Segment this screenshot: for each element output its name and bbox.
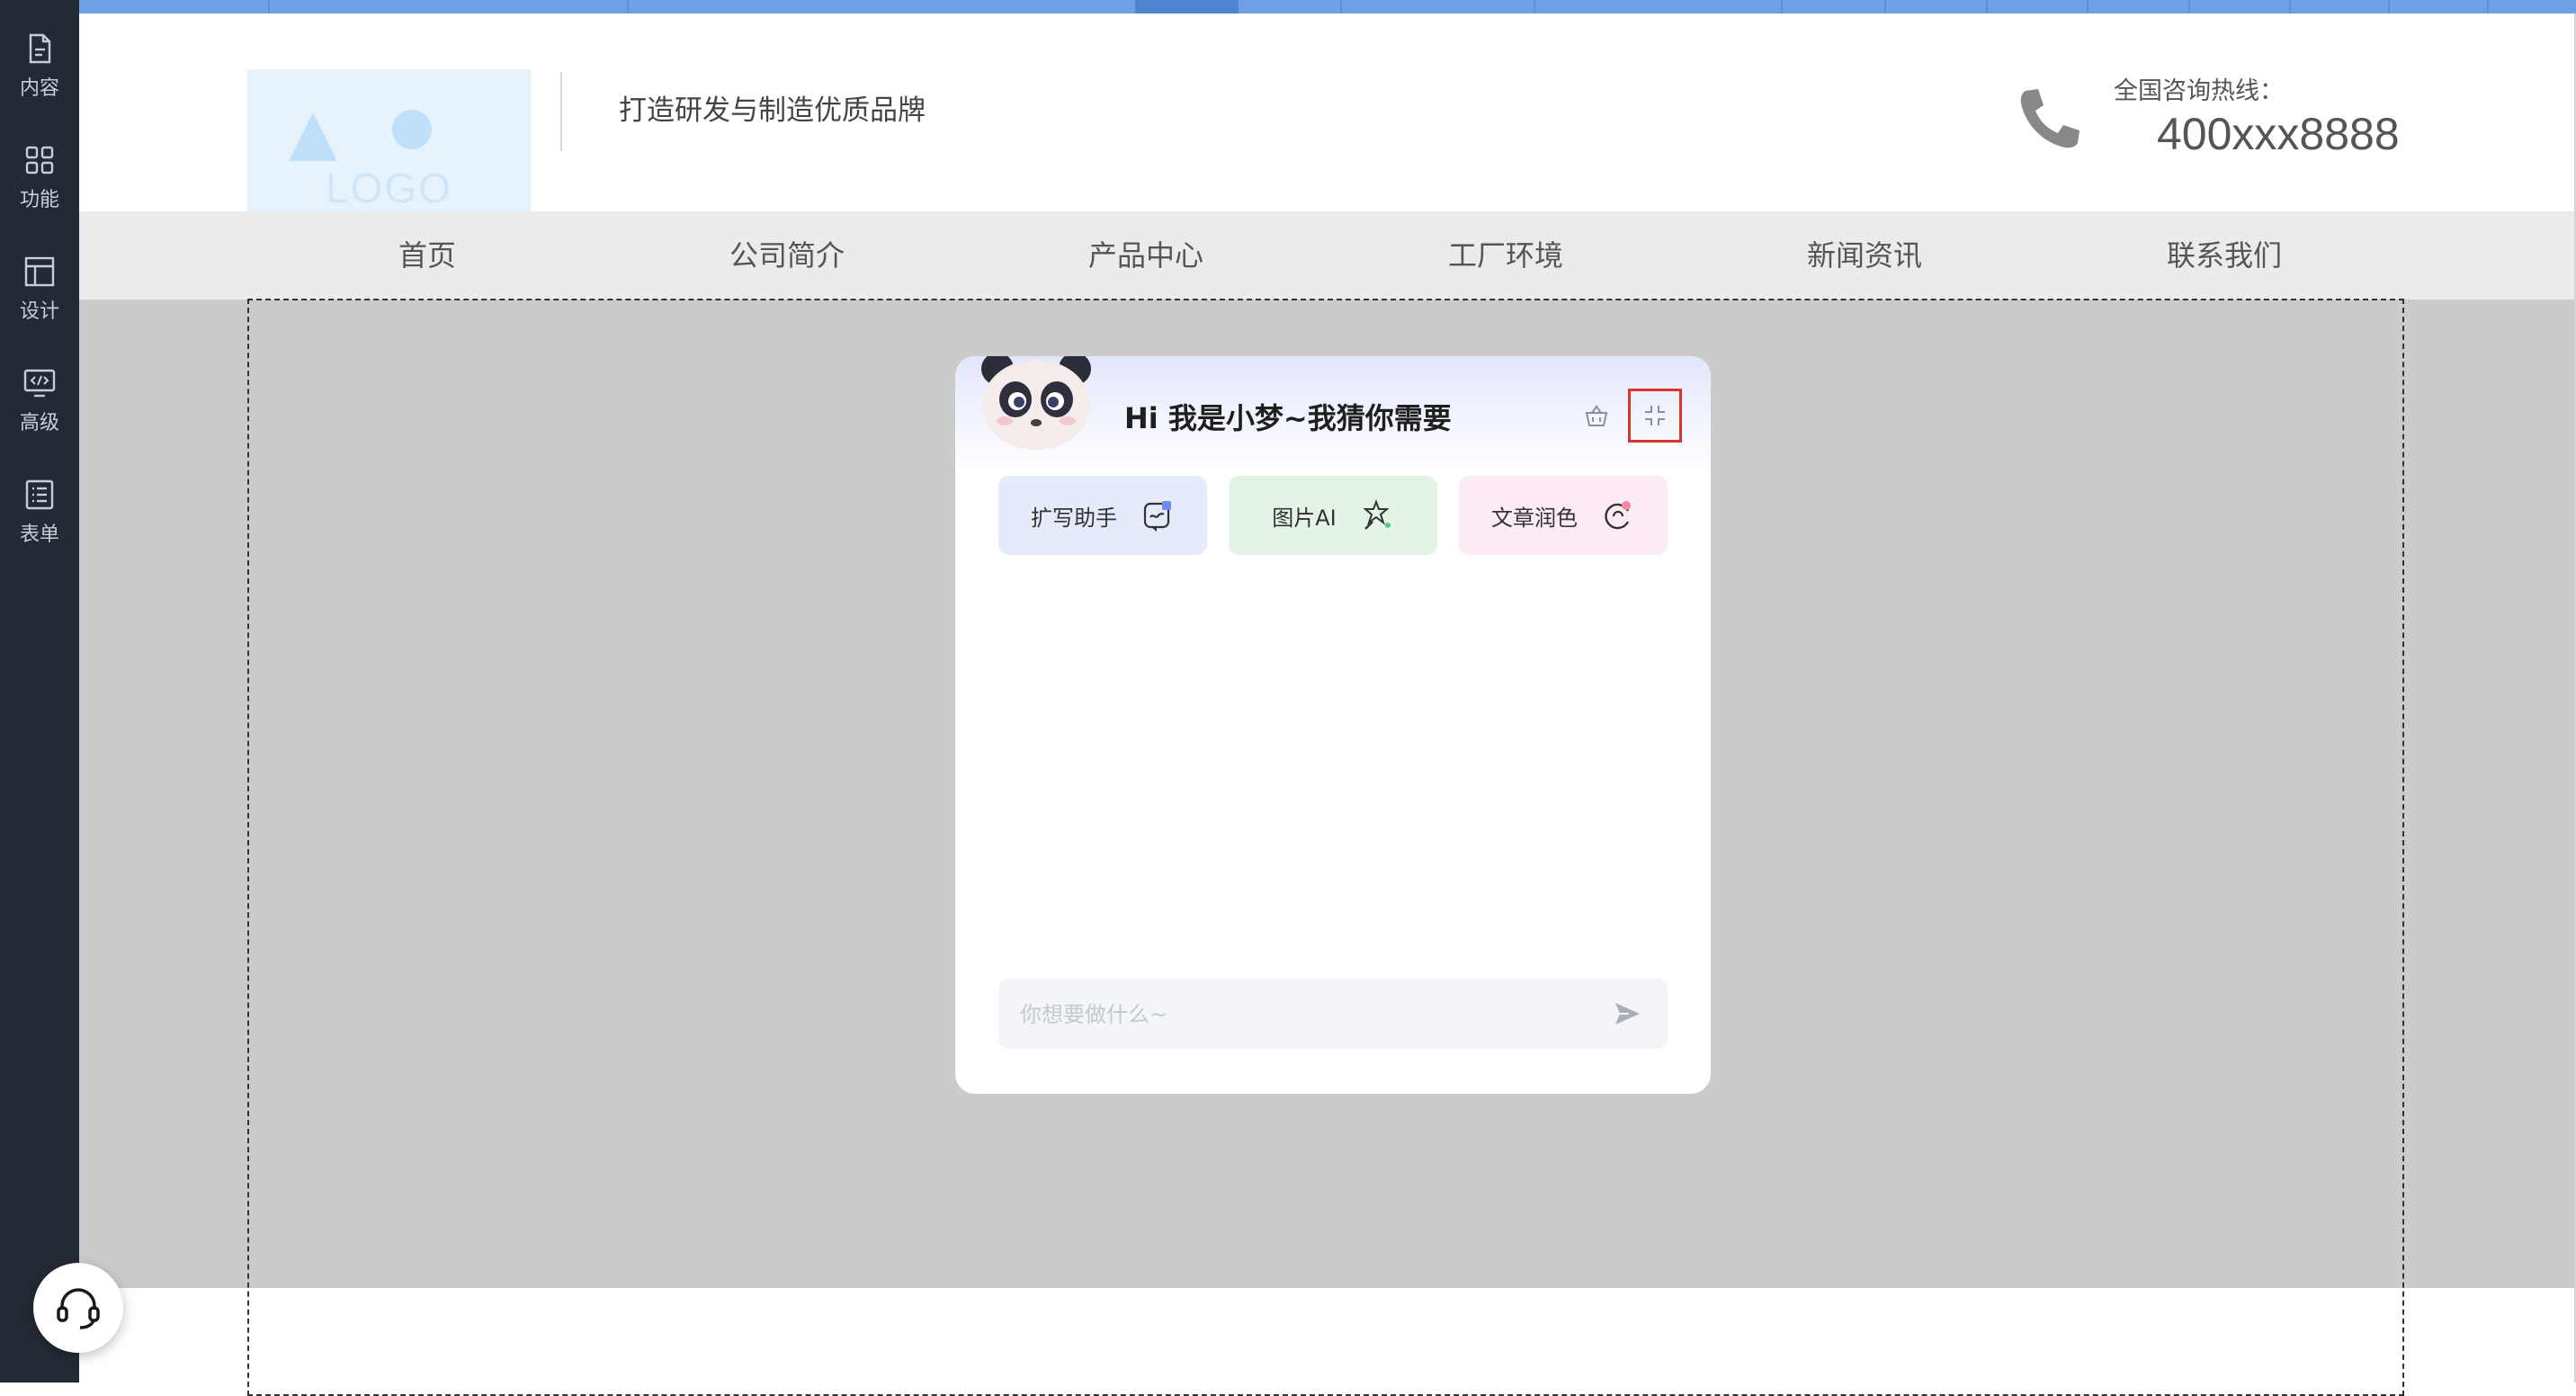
sidebar-item-label: 功能 <box>19 189 59 211</box>
hotline-number: 400xxx8888 <box>2157 109 2400 159</box>
sidebar-item-label: 表单 <box>19 524 59 546</box>
sidebar-item-label: 高级 <box>19 412 59 434</box>
site-slogan: 打造研发与制造优质品牌 <box>619 94 926 127</box>
nav-item-about[interactable]: 公司简介 <box>670 211 904 300</box>
sidebar-item-functions[interactable]: 功能 <box>0 126 79 225</box>
selected-section-outline <box>247 299 2404 1396</box>
sidebar-item-design[interactable]: 设计 <box>0 237 79 336</box>
hotline-label: 全国咨询热线： <box>2114 77 2284 105</box>
form-icon <box>25 479 54 510</box>
nav-item-news[interactable]: 新闻资讯 <box>1748 211 1981 300</box>
site-header: LOGO 打造研发与制造优质品牌 全国咨询热线： 400xxx8888 <box>79 13 2576 211</box>
logo-text: LOGO <box>326 165 452 211</box>
headset-icon <box>57 1288 100 1329</box>
sidebar-item-forms[interactable]: 表单 <box>0 461 79 559</box>
grid-icon <box>25 146 54 174</box>
code-monitor-icon <box>23 369 56 398</box>
editor-sidebar: 内容 功能 设计 高级 表单 <box>0 0 79 1383</box>
sidebar-item-content[interactable]: 内容 <box>0 14 79 113</box>
customer-support-button[interactable] <box>33 1263 123 1353</box>
nav-item-home[interactable]: 首页 <box>310 211 544 300</box>
nav-item-contact[interactable]: 联系我们 <box>2107 211 2341 300</box>
nav-item-products[interactable]: 产品中心 <box>1029 211 1263 300</box>
nav-item-factory[interactable]: 工厂环境 <box>1389 211 1623 300</box>
phone-icon <box>2020 89 2080 148</box>
top-accent-strip <box>0 0 2576 13</box>
sidebar-item-advanced[interactable]: 高级 <box>0 349 79 448</box>
site-logo[interactable]: LOGO <box>247 69 531 211</box>
header-divider <box>560 72 562 151</box>
layout-icon <box>24 256 55 287</box>
main-nav: 首页 公司简介 产品中心 工厂环境 新闻资讯 联系我们 <box>79 211 2576 300</box>
document-icon <box>29 33 51 64</box>
sidebar-item-label: 设计 <box>19 300 59 323</box>
sidebar-item-label: 内容 <box>19 77 59 100</box>
